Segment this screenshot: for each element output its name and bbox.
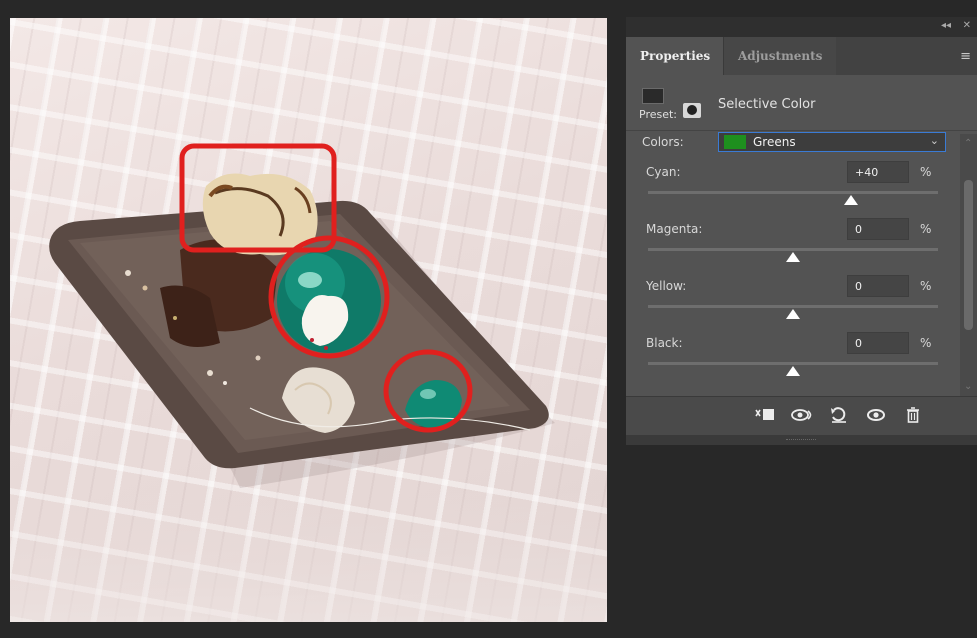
slider-track[interactable] <box>648 362 938 365</box>
properties-panel: ◂◂ ✕ Properties Adjustments ≡ Preset: Se… <box>626 17 977 445</box>
scroll-down-icon[interactable]: ⌄ <box>964 381 972 392</box>
magenta-value-field[interactable]: 0 <box>847 218 909 240</box>
slider-thumb[interactable] <box>786 252 800 262</box>
slider-magenta: Magenta: 0 % <box>626 210 977 267</box>
panel-tabs: Properties Adjustments ≡ <box>626 37 977 75</box>
panel-scrollbar[interactable]: ⌃ ⌄ <box>960 134 977 396</box>
colors-dropdown-value: Greens <box>753 135 796 149</box>
percent-unit: % <box>920 165 932 179</box>
colors-row: Colors: Greens ⌄ <box>626 131 977 153</box>
adjustment-layer-icon <box>642 88 664 104</box>
view-previous-state-icon[interactable] <box>791 406 815 428</box>
colors-label: Colors: <box>642 135 684 149</box>
close-panel-icon[interactable]: ✕ <box>963 20 971 31</box>
slider-label: Magenta: <box>646 222 703 236</box>
dessert-photo <box>10 143 607 622</box>
color-swatch <box>724 135 746 149</box>
slider-track[interactable] <box>648 305 938 308</box>
chevron-down-icon: ⌄ <box>929 134 939 147</box>
reset-icon[interactable] <box>829 406 849 428</box>
scroll-thumb[interactable] <box>964 180 973 330</box>
percent-unit: % <box>920 222 932 236</box>
slider-label: Yellow: <box>646 279 687 293</box>
slider-track[interactable] <box>648 191 938 194</box>
yellow-value-field[interactable]: 0 <box>847 275 909 297</box>
percent-unit: % <box>920 279 932 293</box>
preset-header: Preset: Selective Color <box>626 75 977 131</box>
panel-title-bar: ◂◂ ✕ <box>626 17 977 37</box>
slider-thumb[interactable] <box>786 366 800 376</box>
slider-yellow: Yellow: 0 % <box>626 267 977 324</box>
slider-cyan: Cyan: +40 % <box>626 153 977 210</box>
tab-properties[interactable]: Properties <box>626 37 723 75</box>
preset-label: Preset: <box>639 108 678 121</box>
tab-adjustments[interactable]: Adjustments <box>723 37 836 75</box>
black-value-field[interactable]: 0 <box>847 332 909 354</box>
adjustment-title: Selective Color <box>718 97 816 112</box>
slider-label: Cyan: <box>646 165 681 179</box>
slider-thumb[interactable] <box>844 195 858 205</box>
clip-to-layer-icon[interactable] <box>754 406 776 428</box>
collapse-panel-icon[interactable]: ◂◂ <box>941 20 951 31</box>
visibility-icon[interactable] <box>866 406 886 428</box>
panel-resize-grip[interactable] <box>626 435 977 445</box>
cyan-value-field[interactable]: +40 <box>847 161 909 183</box>
document-canvas[interactable] <box>10 18 607 622</box>
panel-bottom-toolbar <box>626 396 977 435</box>
colors-dropdown[interactable]: Greens ⌄ <box>718 132 946 152</box>
trash-icon[interactable] <box>904 406 922 428</box>
layer-mask-icon[interactable] <box>683 103 701 118</box>
scroll-up-icon[interactable]: ⌃ <box>964 138 972 149</box>
slider-thumb[interactable] <box>786 309 800 319</box>
panel-menu-icon[interactable]: ≡ <box>960 49 971 64</box>
slider-label: Black: <box>646 336 683 350</box>
slider-track[interactable] <box>648 248 938 251</box>
percent-unit: % <box>920 336 932 350</box>
slider-black: Black: 0 % <box>626 324 977 381</box>
